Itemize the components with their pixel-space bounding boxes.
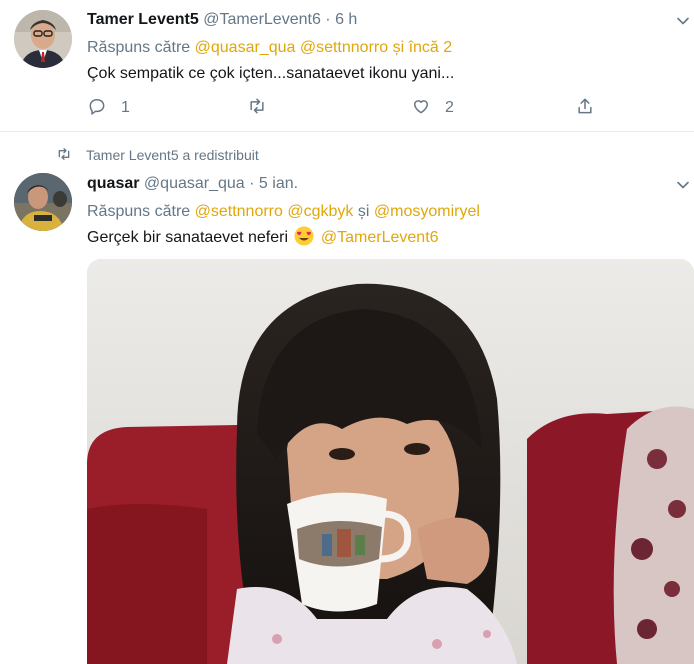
- timestamp[interactable]: 5 ian.: [259, 175, 298, 192]
- tweet-text: Çok sempatik ce çok içten...sanataevet i…: [87, 65, 455, 82]
- replying-to-line: Răspuns către @settnnorro @cgkbyk și @mo…: [87, 202, 480, 222]
- retweet-context-text: Tamer Levent5 a redistribuit: [86, 147, 259, 163]
- retweet-icon: [56, 146, 86, 165]
- mention-link[interactable]: @cgkbyk: [287, 203, 353, 220]
- chevron-down-icon[interactable]: [676, 178, 690, 192]
- share-icon: [575, 96, 595, 121]
- retweet-button[interactable]: [247, 96, 281, 120]
- tweet-header: quasar @quasar_qua · 5 ian.: [87, 174, 298, 194]
- heart-icon: [411, 96, 431, 121]
- replying-prefix: Răspuns către: [87, 203, 191, 220]
- video-thumbnail[interactable]: [87, 259, 694, 664]
- heart-eyes-emoji: [294, 226, 314, 246]
- retweet-context[interactable]: Tamer Levent5 a redistribuit: [56, 146, 259, 164]
- separator-dot: ·: [249, 175, 255, 192]
- avatar[interactable]: [14, 10, 72, 68]
- mention-link[interactable]: @mosyomiryel: [374, 203, 480, 220]
- display-name[interactable]: quasar: [87, 175, 139, 192]
- replying-and: și: [357, 203, 370, 220]
- like-count: 2: [445, 99, 454, 116]
- tweet-text-body: Gerçek bir sanataevet neferi: [87, 229, 288, 246]
- reply-button[interactable]: 1: [87, 96, 130, 120]
- user-handle[interactable]: @quasar_qua: [144, 175, 245, 192]
- mention-link[interactable]: @quasar_qua: [195, 39, 296, 56]
- retweet-icon: [247, 96, 267, 121]
- reply-icon: [87, 96, 107, 121]
- mention-link[interactable]: @TamerLevent6: [321, 229, 439, 246]
- replying-prefix: Răspuns către: [87, 39, 191, 56]
- tweet-header: Tamer Levent5 @TamerLevent6 · 6 h: [87, 10, 357, 30]
- share-button[interactable]: [575, 96, 595, 120]
- display-name[interactable]: Tamer Levent5: [87, 11, 199, 28]
- tweet-2[interactable]: Tamer Levent5 a redistribuit quasar @qua…: [0, 132, 694, 664]
- and-more-link[interactable]: și încă 2: [393, 39, 453, 56]
- replying-to-line: Răspuns către @quasar_qua @settnnorro și…: [87, 38, 452, 58]
- timestamp[interactable]: 6 h: [335, 11, 357, 28]
- tweet-actions: 1 2: [87, 96, 607, 120]
- user-handle[interactable]: @TamerLevent6: [203, 11, 321, 28]
- tweet-1[interactable]: Tamer Levent5 @TamerLevent6 · 6 h Răspun…: [0, 0, 694, 132]
- like-button[interactable]: 2: [411, 96, 454, 120]
- separator-dot: ·: [325, 11, 331, 28]
- mention-link[interactable]: @settnnorro: [195, 203, 283, 220]
- reply-count: 1: [121, 99, 130, 116]
- avatar[interactable]: [14, 173, 72, 231]
- chevron-down-icon[interactable]: [676, 14, 690, 28]
- mention-link[interactable]: @settnnorro: [300, 39, 388, 56]
- tweet-text: Gerçek bir sanataevet neferi @TamerLeven…: [87, 226, 439, 249]
